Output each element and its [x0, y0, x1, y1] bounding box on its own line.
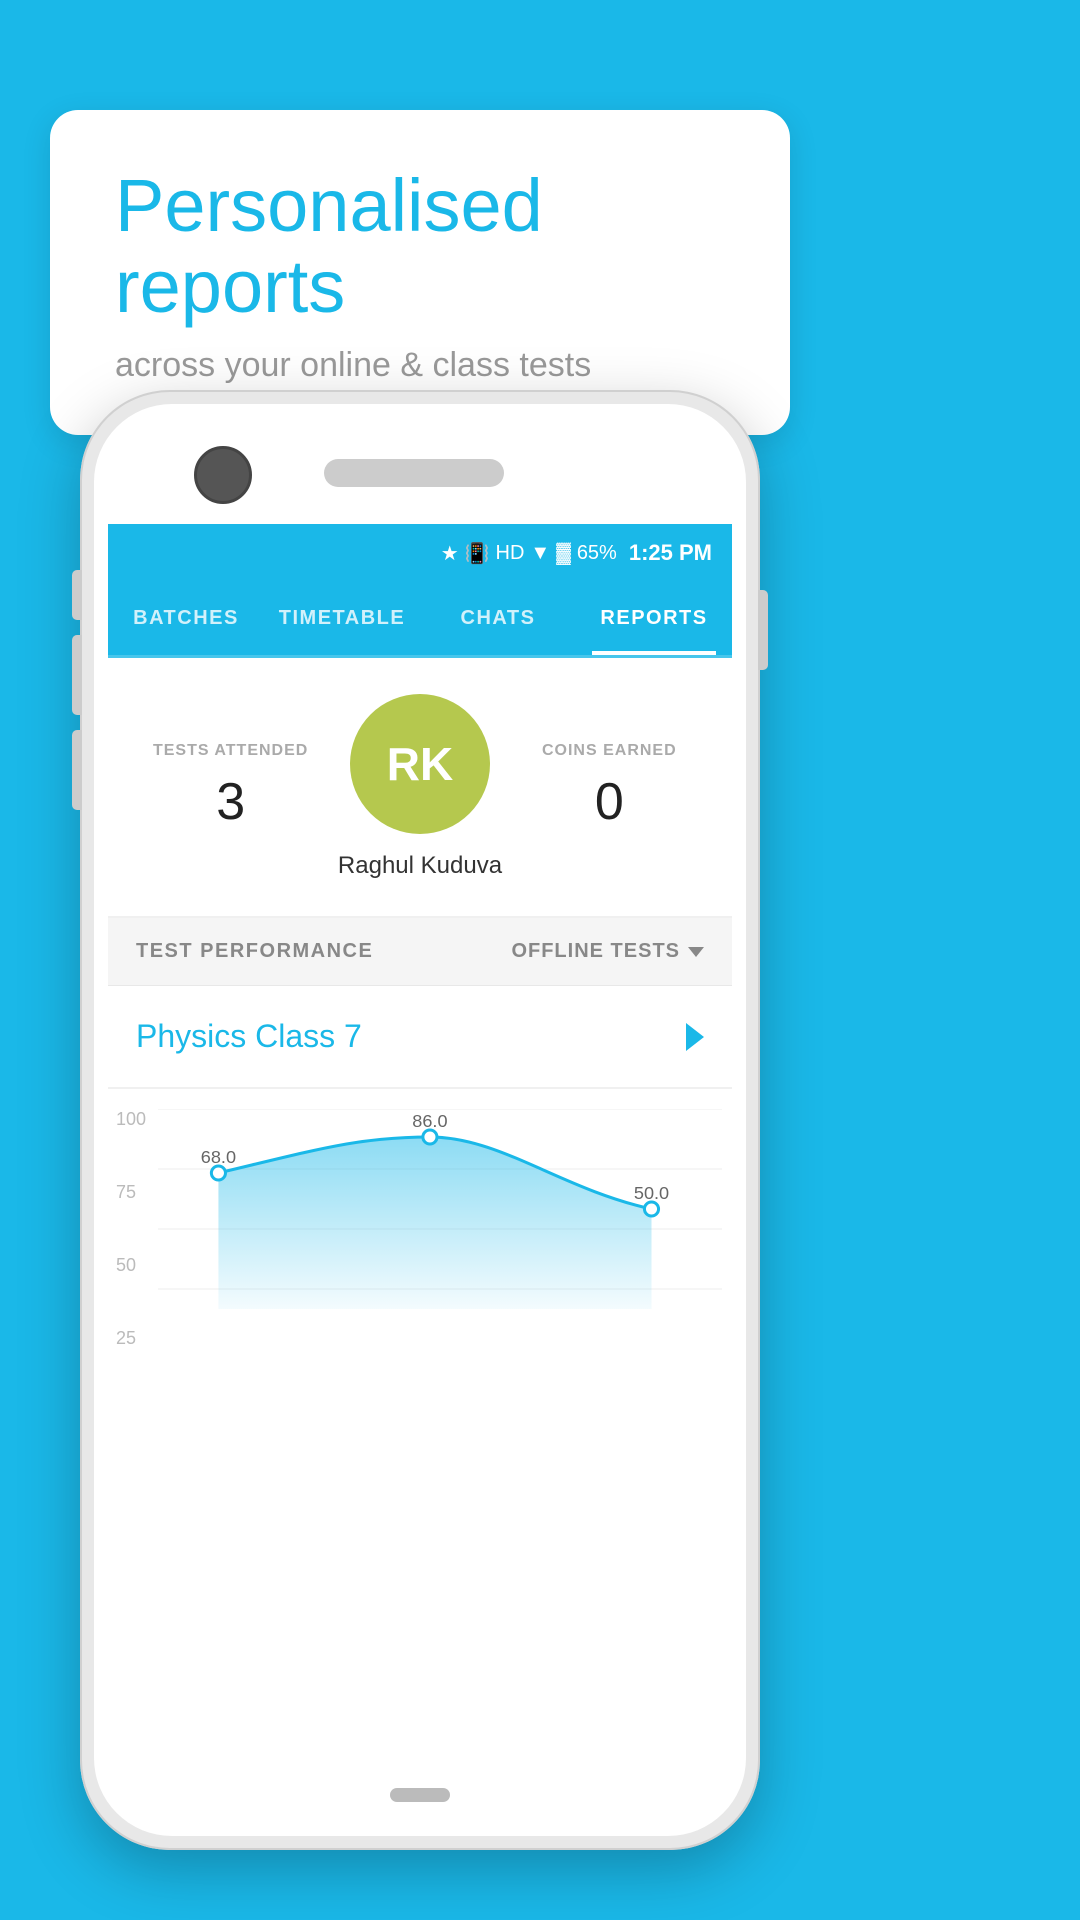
chart-point-2	[423, 1130, 437, 1144]
volume-down-button	[72, 730, 82, 810]
tooltip-subtitle: across your online & class tests	[115, 346, 725, 385]
y-label-75: 75	[116, 1182, 146, 1203]
profile-section: TESTS ATTENDED 3 RK Raghul Kuduva COINS …	[108, 658, 732, 918]
status-bar: ★ 📳 HD ▼ ▓ 65% 1:25 PM	[108, 524, 732, 582]
power-button	[758, 590, 768, 670]
y-label-25: 25	[116, 1328, 146, 1349]
nav-tabs: BATCHES TIMETABLE CHATS REPORTS	[108, 582, 732, 658]
volume-up-button	[72, 635, 82, 715]
chart-area: 100 75 50 25	[108, 1089, 732, 1369]
chart-point-1	[211, 1166, 225, 1180]
signal-icon: ▓	[556, 542, 571, 565]
coins-earned-value: 0	[515, 772, 704, 832]
y-label-100: 100	[116, 1109, 146, 1130]
avatar: RK	[350, 694, 490, 834]
home-button[interactable]	[390, 1788, 450, 1802]
class-name: Physics Class 7	[136, 1018, 362, 1055]
y-label-50: 50	[116, 1255, 146, 1276]
screen: ★ 📳 HD ▼ ▓ 65% 1:25 PM BATCHES	[108, 524, 732, 1756]
chevron-right-icon	[686, 1023, 704, 1051]
tab-chats[interactable]: CHATS	[420, 582, 576, 655]
tests-attended-block: TESTS ATTENDED 3	[136, 742, 325, 832]
speaker-icon	[324, 459, 504, 487]
tab-batches[interactable]: BATCHES	[108, 582, 264, 655]
test-performance-label: TEST PERFORMANCE	[136, 940, 373, 963]
chevron-down-icon	[688, 947, 704, 957]
phone-mockup: ★ 📳 HD ▼ ▓ 65% 1:25 PM BATCHES	[80, 390, 760, 1850]
chart-point-3	[644, 1202, 658, 1216]
section-header: TEST PERFORMANCE OFFLINE TESTS	[108, 918, 732, 986]
chart-y-labels: 100 75 50 25	[116, 1109, 146, 1349]
mute-button	[72, 570, 82, 620]
tests-attended-value: 3	[136, 772, 325, 832]
class-row[interactable]: Physics Class 7	[108, 986, 732, 1089]
avatar-name: Raghul Kuduva	[338, 852, 502, 880]
coins-earned-label: COINS EARNED	[515, 742, 704, 760]
chart-label-3: 50.0	[634, 1183, 669, 1203]
battery-icon: 65%	[577, 542, 617, 565]
tooltip-title: Personalised reports	[115, 165, 725, 328]
camera-icon	[194, 446, 252, 504]
chart-area-fill	[218, 1137, 651, 1309]
tests-attended-label: TESTS ATTENDED	[136, 742, 325, 760]
hd-icon: HD	[496, 542, 525, 565]
chart-label-2: 86.0	[412, 1111, 447, 1131]
tooltip-card: Personalised reports across your online …	[50, 110, 790, 435]
coins-earned-block: COINS EARNED 0	[515, 742, 704, 832]
tab-reports[interactable]: REPORTS	[576, 582, 732, 655]
status-time: 1:25 PM	[629, 540, 712, 566]
bluetooth-icon: ★	[441, 541, 459, 566]
chart-svg: 68.0 86.0 50.0	[158, 1109, 722, 1349]
vibrate-icon: 📳	[465, 541, 490, 566]
tab-timetable[interactable]: TIMETABLE	[264, 582, 420, 655]
wifi-icon: ▼	[530, 542, 550, 565]
status-icons: ★ 📳 HD ▼ ▓ 65%	[441, 541, 617, 566]
avatar-block: RK Raghul Kuduva	[325, 694, 514, 880]
filter-dropdown[interactable]: OFFLINE TESTS	[511, 940, 704, 963]
chart-label-1: 68.0	[201, 1147, 236, 1167]
